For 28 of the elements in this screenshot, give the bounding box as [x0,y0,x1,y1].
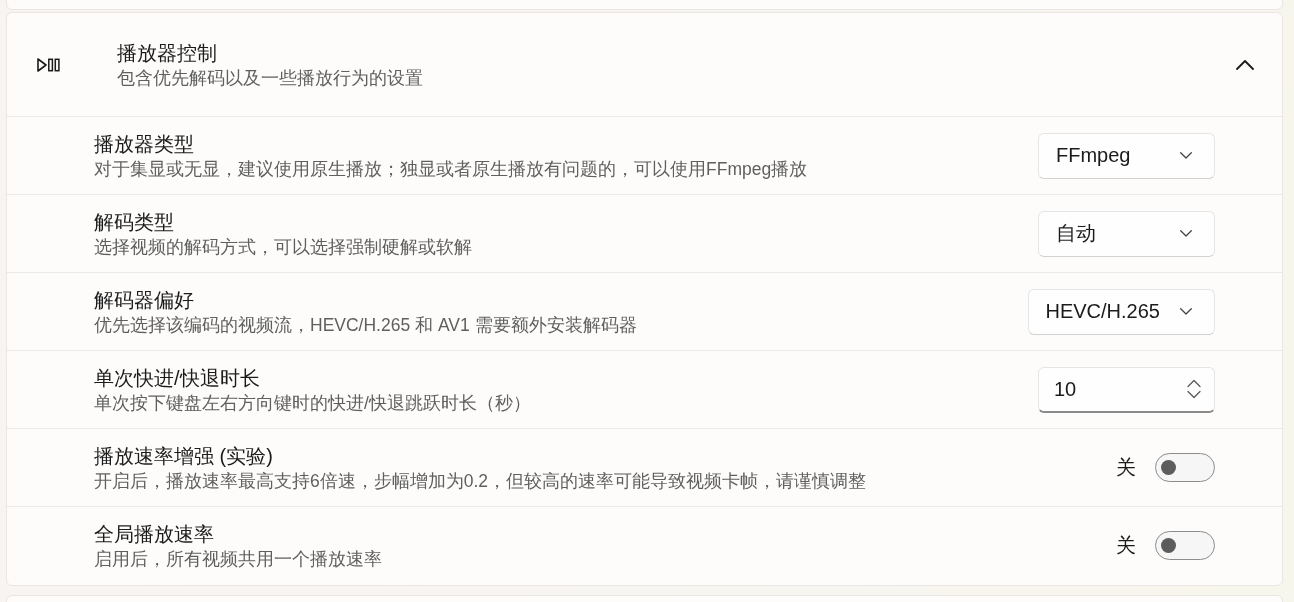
section-subtitle: 包含优先解码以及一些播放行为的设置 [117,66,424,90]
setting-title: 解码类型 [94,209,175,235]
setting-title: 播放速率增强 (实验) [94,443,274,469]
play-pause-icon [37,57,60,72]
chevron-down-icon [1180,308,1192,315]
setting-description: 开启后，播放速率最高支持6倍速，步幅增加为0.2，但较高的速率可能导致视频卡帧，请谨慎调整 [94,469,868,493]
setting-description: 启用后，所有视频共用一个播放速率 [94,547,383,571]
toggle-state-label: 关 [1116,533,1136,558]
dropdown-button[interactable]: HEVC/H.265 [1027,288,1215,335]
section-title: 播放器控制 [117,40,218,66]
setting-title: 解码器偏好 [94,287,195,313]
spinner-icon[interactable] [1187,379,1201,399]
dropdown-button[interactable]: 自动 [1038,210,1215,257]
chevron-down-icon [1180,230,1192,237]
setting-title: 播放器类型 [94,131,195,157]
setting-description: 选择视频的解码方式，可以选择强制硬解或软解 [94,235,473,259]
chevron-up-icon[interactable] [1236,59,1254,70]
number-field[interactable]: 10 [1038,366,1215,413]
setting-title: 全局播放速率 [94,521,215,547]
toggle-switch[interactable] [1155,453,1215,482]
setting-description: 对于集显或无显，建议使用原生播放；独显或者原生播放有问题的，可以使用FFmpeg播放 [94,157,809,181]
toggle-switch[interactable] [1155,531,1215,560]
setting-description: 单次按下键盘左右方向键时的快进/快退跳跃时长（秒） [94,391,532,415]
toggle-state-label: 关 [1116,455,1136,480]
setting-title: 单次快进/快退时长 [94,365,261,391]
dropdown-button[interactable]: FFmpeg [1038,132,1215,179]
setting-description: 优先选择该编码的视频流，HEVC/H.265 和 AV1 需要额外安装解码器 [94,313,638,337]
chevron-down-icon [1180,152,1192,159]
